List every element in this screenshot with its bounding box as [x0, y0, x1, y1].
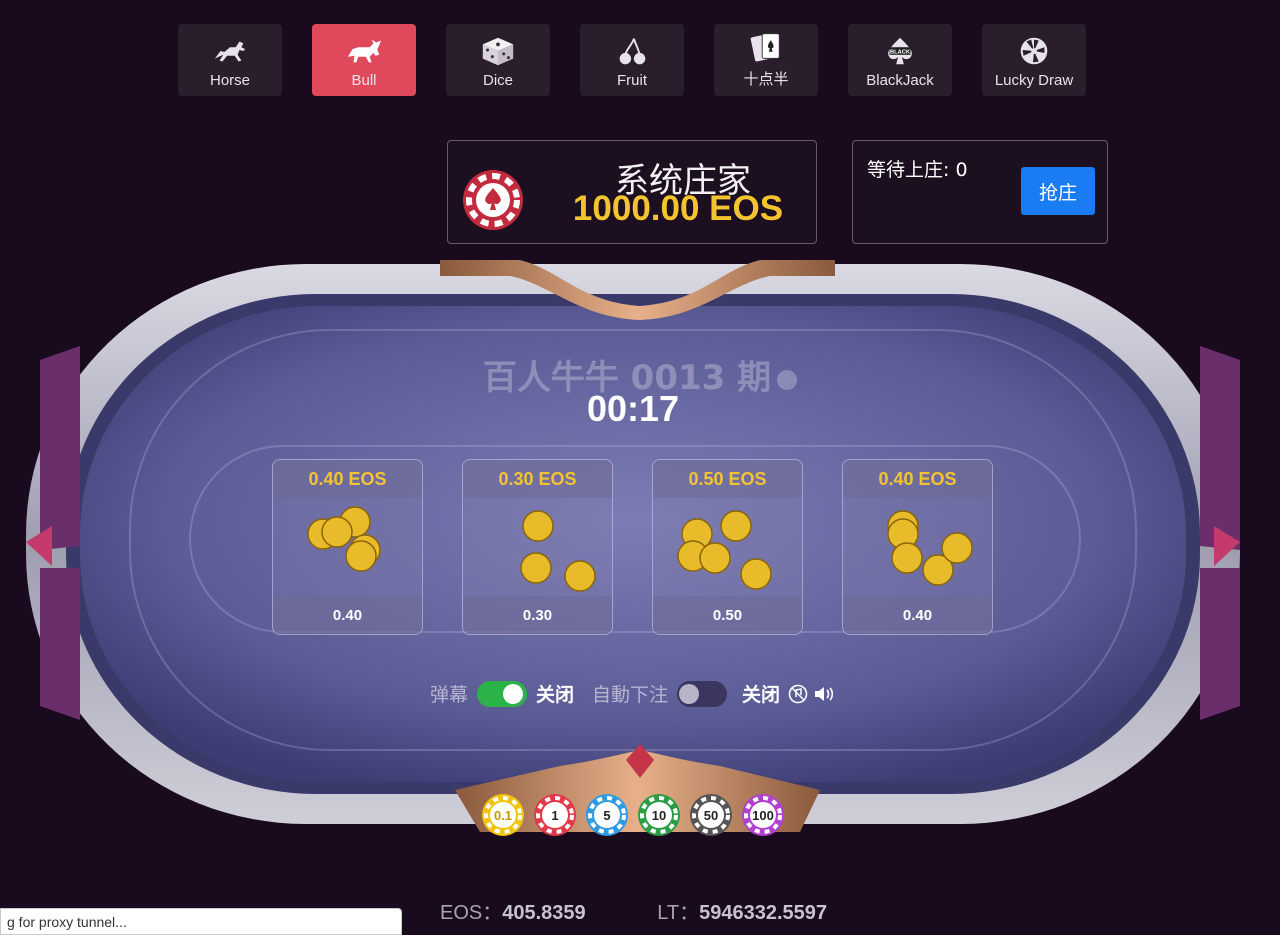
tab-label: Horse	[209, 72, 250, 89]
barrage-toggle[interactable]	[477, 680, 528, 707]
tab-blackjack[interactable]: BLACK BlackJack	[848, 24, 952, 96]
coin-stack-icon	[677, 510, 772, 590]
tab-label: Fruit	[617, 72, 647, 89]
bet-total: 0.40 EOS	[273, 460, 422, 498]
tab-label: Lucky Draw	[994, 72, 1074, 89]
chip-50[interactable]: 50	[689, 793, 733, 837]
grab-banker-button[interactable]: 抢庄	[1021, 167, 1095, 215]
tab-bull[interactable]: Bull	[312, 24, 416, 96]
autobet-label: 自動下注	[592, 684, 669, 706]
cherry-icon	[612, 34, 652, 68]
bet-total: 0.30 EOS	[463, 460, 612, 498]
eos-label: EOS：	[440, 902, 503, 924]
barrage-label: 弹幕	[430, 684, 469, 706]
tab-label: 十点半	[743, 71, 789, 88]
music-off-icon[interactable]	[788, 684, 808, 704]
game-tabs: Horse Bull Dice Fruit 十点半 BLACK BlackJac…	[178, 24, 1086, 96]
chip-value: 0.1	[493, 807, 513, 823]
chip-value: 50	[703, 807, 719, 823]
coin-stack-icon	[307, 506, 381, 572]
chip-1[interactable]: 1	[533, 793, 577, 837]
barrage-state: 关闭	[536, 684, 575, 706]
chip-value: 1	[551, 807, 559, 823]
tab-label: Dice	[482, 72, 513, 89]
lt-label: LT：	[657, 902, 700, 924]
chip-selector: 0.1 1 5 10 50 100	[481, 793, 785, 837]
countdown-timer: 00:17	[586, 388, 680, 429]
chip-5[interactable]: 5	[585, 793, 629, 837]
bet-areas: 0.40 EOS 0.40 0.30 EOS 0.30 0.50 EOS 0.5…	[272, 459, 993, 635]
bet-own-amount: 0.40	[843, 596, 992, 634]
bet-own-amount: 0.30	[463, 596, 612, 634]
tab-label: BlackJack	[866, 72, 934, 89]
game-controls: 弹幕 关闭 自動下注 关闭	[430, 680, 836, 707]
dice-icon	[478, 34, 518, 68]
chip-value: 10	[651, 807, 667, 823]
browser-status-bar: g for proxy tunnel...	[0, 908, 402, 935]
bet-area-2[interactable]: 0.30 EOS 0.30	[462, 459, 613, 635]
banker-queue-panel: 等待上庄: 0 抢庄	[852, 140, 1108, 244]
tab-fruit[interactable]: Fruit	[580, 24, 684, 96]
eos-balance: 405.8359	[502, 902, 586, 924]
balances: EOS：405.8359 LT：5946332.5597	[440, 896, 827, 925]
chip-0.1[interactable]: 0.1	[481, 793, 525, 837]
bet-area-3[interactable]: 0.50 EOS 0.50	[652, 459, 803, 635]
bet-area-4[interactable]: 0.40 EOS 0.40	[842, 459, 993, 635]
blackjack-icon: BLACK	[880, 34, 920, 68]
bet-area-1[interactable]: 0.40 EOS 0.40	[272, 459, 423, 635]
queue-count-label: 等待上庄: 0	[867, 159, 968, 181]
banker-panel: 系统庄家 1000.00 EOS	[447, 140, 817, 244]
horse-icon	[210, 34, 250, 68]
poker-chip-icon	[463, 170, 523, 230]
lt-balance: 5946332.5597	[699, 902, 828, 924]
speaker-icon[interactable]	[812, 684, 836, 704]
bet-own-amount: 0.50	[653, 596, 802, 634]
autobet-state: 关闭	[742, 684, 781, 706]
bet-own-amount: 0.40	[273, 596, 422, 634]
wheel-icon	[1014, 34, 1054, 68]
bull-icon	[344, 34, 384, 68]
coin-stack-icon	[520, 510, 596, 592]
autobet-toggle[interactable]	[677, 680, 728, 707]
tab-label: Bull	[351, 72, 377, 89]
help-icon[interactable]	[777, 369, 798, 390]
game-page: Horse Bull Dice Fruit 十点半 BLACK BlackJac…	[0, 0, 1280, 935]
tab-horse[interactable]: Horse	[178, 24, 282, 96]
tab-ten-half[interactable]: 十点半	[714, 24, 818, 96]
coin-stack-icon	[887, 510, 973, 586]
bet-total: 0.50 EOS	[653, 460, 802, 498]
chip-value: 100	[752, 807, 774, 823]
tab-dice[interactable]: Dice	[446, 24, 550, 96]
chip-value: 5	[603, 807, 611, 823]
chip-10[interactable]: 10	[637, 793, 681, 837]
playing-cards-icon	[746, 30, 786, 64]
tab-lucky-draw[interactable]: Lucky Draw	[982, 24, 1086, 96]
chip-100[interactable]: 100	[741, 793, 785, 837]
svg-text:BLACK: BLACK	[890, 49, 911, 55]
banker-amount: 1000.00 EOS	[572, 189, 784, 228]
bet-total: 0.40 EOS	[843, 460, 992, 498]
